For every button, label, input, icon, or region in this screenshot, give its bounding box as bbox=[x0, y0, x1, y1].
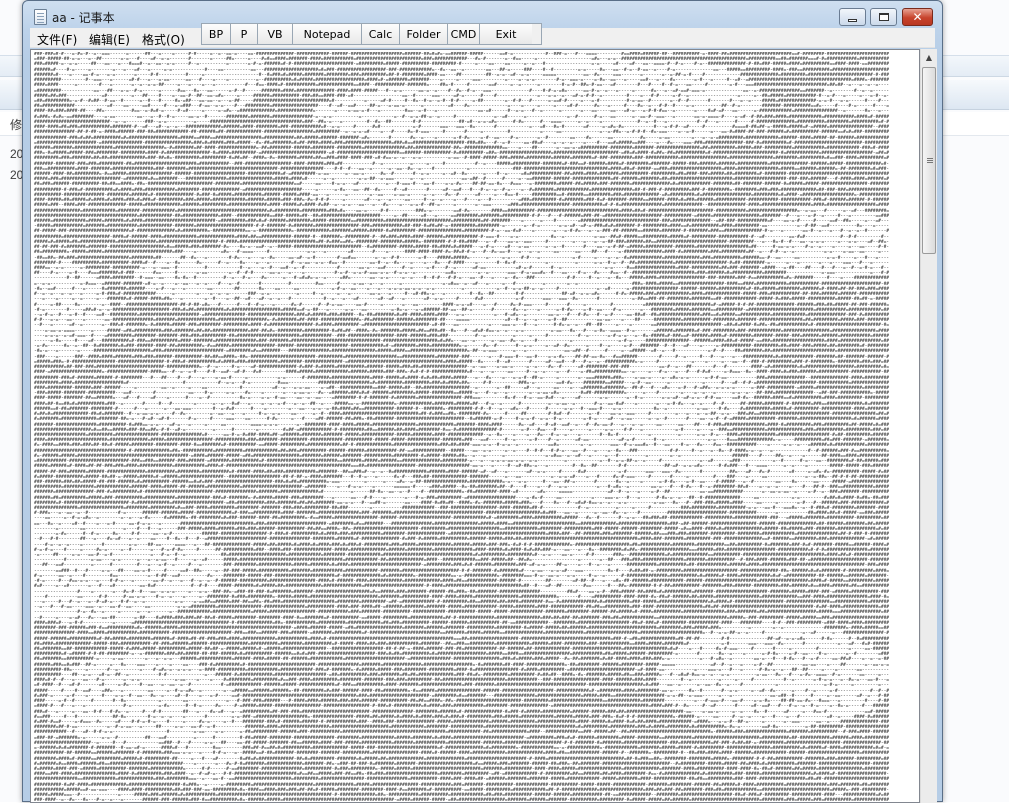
vb-button[interactable]: VB bbox=[258, 24, 293, 44]
maximize-button[interactable] bbox=[870, 8, 897, 26]
background-column-label: 修 bbox=[10, 118, 23, 132]
p-button[interactable]: P bbox=[231, 24, 258, 44]
text-editor-area[interactable]: ###-###=#-#---=-#=-#--=--===------=-----… bbox=[30, 49, 920, 803]
calc-button[interactable]: Calc bbox=[362, 24, 400, 44]
exit-button[interactable]: Exit bbox=[480, 24, 532, 44]
notepad-window: aa - 记事本 ✕ 文件(F) 编辑(E) 格式(O) BP P VB Not… bbox=[22, 0, 943, 803]
editor-text-content: ###-###=#-#---=-#=-#--=--===------=-----… bbox=[34, 52, 889, 803]
minimize-icon bbox=[848, 18, 857, 22]
close-icon: ✕ bbox=[912, 10, 923, 24]
menu-file[interactable]: 文件(F) bbox=[37, 31, 77, 48]
menu-format[interactable]: 格式(O) bbox=[142, 31, 185, 48]
scrollbar-thumb[interactable] bbox=[922, 67, 936, 254]
notepad-icon[interactable] bbox=[34, 9, 47, 25]
close-button[interactable]: ✕ bbox=[902, 8, 933, 26]
menu-edit[interactable]: 编辑(E) bbox=[89, 31, 130, 48]
scroll-up-arrow-icon[interactable]: ▲ bbox=[921, 49, 937, 66]
vertical-scrollbar[interactable]: ▲ bbox=[920, 49, 937, 803]
window-title: aa - 记事本 bbox=[52, 11, 115, 25]
folder-button[interactable]: Folder bbox=[400, 24, 448, 44]
bp-button[interactable]: BP bbox=[202, 24, 231, 44]
minimize-button[interactable] bbox=[839, 8, 866, 26]
maximize-icon bbox=[878, 13, 889, 21]
grip-icon bbox=[927, 158, 933, 163]
quick-launch-toolbar: BP P VB Notepad Calc Folder CMD Exit bbox=[201, 23, 542, 45]
notepad-button[interactable]: Notepad bbox=[293, 24, 362, 44]
cmd-button[interactable]: CMD bbox=[448, 24, 480, 44]
